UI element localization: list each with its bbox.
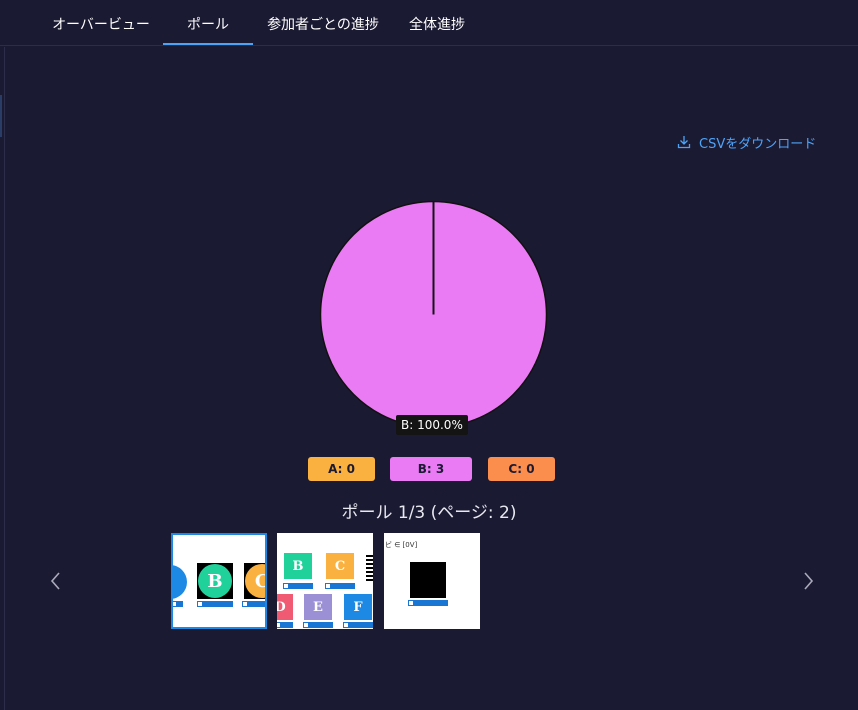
thumb1-letter-b: B [207, 570, 223, 592]
chevron-right-icon [804, 572, 814, 590]
tab-poll[interactable]: ポール [163, 0, 253, 46]
app-root: オーバービュー ポール 参加者ごとの進捗 全体進捗 CSVをダウンロード B: … [0, 0, 858, 710]
legend-chip-a[interactable]: A: 0 (0%) [308, 457, 375, 500]
legend-chip-c[interactable]: C: 0 (0%) [488, 457, 555, 500]
thumb3-black-square [410, 562, 446, 598]
thumb2-qr-strip [366, 553, 373, 581]
download-icon [677, 135, 691, 149]
thumb3-header: ビ ∈ [0V] [385, 541, 418, 549]
thumb2-bar-f [343, 622, 373, 628]
pie-chart [318, 199, 549, 430]
tab-overview[interactable]: オーバービュー [40, 0, 162, 46]
thumb2-bar-b [283, 583, 313, 589]
carousel-next-button[interactable] [796, 566, 820, 596]
thumb1-bar-b [197, 601, 233, 607]
thumb2-option-d: D [277, 594, 293, 620]
thumb2-bar-e [303, 622, 333, 628]
poll-thumbnail-3[interactable]: ビ ∈ [0V] [384, 533, 480, 629]
thumb2-option-c: C [326, 553, 354, 579]
csv-download-label: CSVをダウンロード [699, 136, 817, 152]
thumb1-bar-a [173, 601, 183, 607]
legend-chip-b[interactable]: B: 3 (100%) [390, 457, 472, 500]
thumb2-letter-d: D [277, 599, 286, 615]
thumb2-letter-f: F [353, 599, 363, 615]
thumb2-letter-c: C [334, 558, 346, 574]
tab-overall-progress[interactable]: 全体進捗 [398, 0, 476, 46]
thumb2-bar-c [325, 583, 355, 589]
thumb1-letter-c: C [255, 571, 265, 592]
csv-download-button[interactable]: CSVをダウンロード [677, 132, 816, 152]
thumb1-circle-b: B [198, 564, 232, 598]
pie-chart-svg [319, 200, 548, 429]
tab-bar: オーバービュー ポール 参加者ごとの進捗 全体進捗 [0, 0, 858, 46]
thumb2-option-b: B [284, 553, 312, 579]
thumb3-bar [408, 600, 448, 606]
pie-tooltip: B: 100.0% [396, 415, 468, 435]
left-divider [4, 47, 5, 710]
thumb2-letter-e: E [313, 599, 323, 615]
chevron-left-icon [50, 572, 60, 590]
thumb2-option-f: F [344, 594, 372, 620]
poll-page-title: ポール 1/3 (ページ: 2) [341, 503, 517, 523]
thumb2-bar-d [277, 622, 293, 628]
thumb1-bar-c [242, 601, 265, 607]
thumb2-letter-b: B [292, 558, 304, 574]
thumb2-option-e: E [304, 594, 332, 620]
poll-thumbnail-1[interactable]: B C [171, 533, 267, 629]
thumb1-circle-a [173, 565, 187, 599]
pie-legend: A: 0 (0%) B: 3 (100%) C: 0 (0%) [0, 457, 858, 500]
tab-participant-progress[interactable]: 参加者ごとの進捗 [258, 0, 388, 46]
left-rail-accent [0, 95, 2, 137]
active-tab-indicator [163, 43, 253, 45]
carousel-prev-button[interactable] [44, 566, 68, 596]
poll-thumbnail-2[interactable]: B C D E F [277, 533, 373, 629]
